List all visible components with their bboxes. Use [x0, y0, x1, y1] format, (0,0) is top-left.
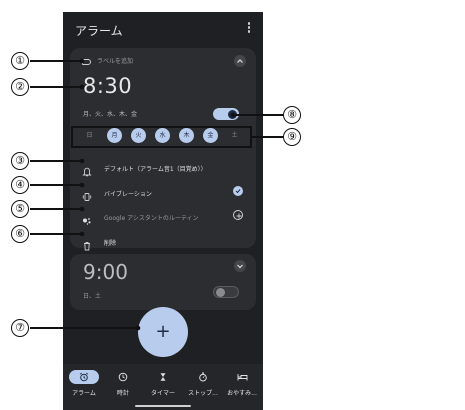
assistant-routine[interactable]: Google アシスタントのルーティン: [104, 213, 198, 222]
nav-item-alarm[interactable]: アラーム: [64, 370, 104, 397]
app-title: アラーム: [75, 24, 123, 38]
nav-label: アラーム: [72, 390, 96, 397]
callout-8: ⑧: [283, 106, 301, 124]
alarm-on-off-switch[interactable]: [213, 108, 239, 120]
gesture-bar[interactable]: [135, 405, 191, 407]
add-label-field[interactable]: ラベルを追加: [97, 56, 133, 65]
label-icon: [82, 59, 91, 65]
callout-2: ②: [11, 78, 29, 96]
alarm-screen: アラーム ラベルを追加 8:30 月、火、水、木、金 日 月 火 水 木 金 土…: [63, 12, 263, 410]
hourglass-icon: [148, 370, 178, 384]
bell-icon: [82, 162, 92, 177]
alarm-icon: [69, 370, 99, 384]
delete-alarm[interactable]: 削除: [104, 238, 116, 247]
expand-button[interactable]: [234, 260, 246, 272]
repeat-summary: 月、火、水、木、金: [83, 111, 138, 118]
nav-label: ストップ...: [188, 390, 218, 397]
trash-icon: [82, 236, 92, 251]
add-routine-button[interactable]: [233, 210, 243, 220]
alarm-time-2[interactable]: 9:00: [83, 260, 128, 284]
nav-label: おやすみ...: [227, 390, 257, 397]
callout-1: ①: [11, 52, 29, 70]
weekday-highlight-box: [71, 126, 252, 148]
alarm-sound[interactable]: デフォルト（アラーム音1（目覚め））: [104, 164, 207, 173]
repeat-summary-2: 日、土: [83, 293, 102, 300]
callout-5: ⑤: [11, 200, 29, 218]
bottom-navigation: アラーム 時計 タイマー ストップ... おやすみ...: [63, 364, 263, 410]
google-assistant-icon: [82, 211, 92, 225]
vibration-option[interactable]: バイブレーション: [104, 189, 152, 198]
callout-3: ③: [11, 152, 29, 170]
nav-label: 時計: [116, 390, 129, 397]
nav-item-timer[interactable]: タイマー: [143, 370, 183, 397]
callout-7: ⑦: [11, 319, 29, 337]
clock-icon: [108, 370, 138, 384]
alarm-on-off-switch-2[interactable]: [213, 286, 239, 298]
chevron-down-icon: [237, 264, 243, 269]
nav-item-bedtime[interactable]: おやすみ...: [222, 370, 262, 397]
collapse-button[interactable]: [234, 55, 246, 67]
alarm-card-collapsed[interactable]: 9:00 日、土: [70, 254, 256, 310]
callout-4: ④: [11, 176, 29, 194]
callout-6: ⑥: [11, 225, 29, 243]
bed-icon: [227, 370, 257, 384]
check-icon: [235, 189, 241, 194]
vibration-checkbox[interactable]: [233, 186, 243, 196]
nav-item-stopwatch[interactable]: ストップ...: [183, 370, 223, 397]
chevron-up-icon: [237, 59, 243, 63]
callout-9: ⑨: [283, 128, 301, 146]
alarm-time[interactable]: 8:30: [83, 74, 132, 98]
plus-icon: [236, 213, 241, 218]
add-alarm-button[interactable]: +: [138, 307, 188, 357]
vibration-icon: [82, 187, 92, 201]
nav-label: タイマー: [150, 390, 175, 397]
stopwatch-icon: [188, 370, 218, 384]
nav-item-clock[interactable]: 時計: [103, 370, 143, 397]
more-options-icon[interactable]: [245, 22, 253, 36]
alarm-card-expanded[interactable]: ラベルを追加 8:30 月、火、水、木、金 日 月 火 水 木 金 土 デフォル…: [70, 48, 256, 251]
